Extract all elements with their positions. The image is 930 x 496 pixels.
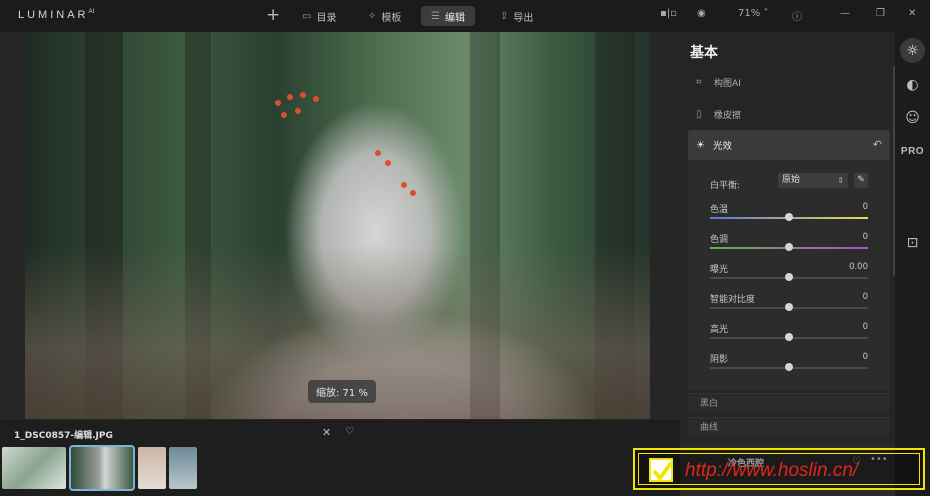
creative-palette-icon[interactable]: ◐ [900, 72, 925, 97]
magic-wand-icon: ✧ [368, 10, 377, 22]
tab-catalog[interactable]: ▭ 目录 [292, 6, 346, 26]
thumbnail[interactable] [169, 447, 197, 489]
undo-icon[interactable]: ↶ [873, 138, 882, 151]
thumbnail[interactable] [2, 447, 66, 489]
light-section-header[interactable]: ☀ 光效 ↶ [688, 130, 890, 160]
edited-photo[interactable] [25, 32, 650, 419]
updown-icon: ⇕ [837, 176, 844, 185]
compare-icon[interactable]: ▪|▫ [660, 8, 677, 19]
thumbnail-selected[interactable] [69, 445, 135, 491]
slider-knob[interactable] [785, 213, 793, 221]
tab-templates[interactable]: ✧ 模板 [358, 6, 411, 26]
slider-knob[interactable] [785, 363, 793, 371]
export-icon: ⇪ [500, 10, 509, 22]
close-icon[interactable]: ✕ [322, 426, 331, 439]
file-name: 1_DSC0857-编辑.JPG [14, 431, 113, 441]
add-photos-button[interactable]: + [266, 5, 280, 25]
close-icon[interactable]: ✕ [908, 8, 916, 19]
eyedropper-icon[interactable]: ✎ [854, 173, 868, 188]
folder-icon: ▭ [302, 10, 312, 22]
sliders-icon: ☰ [431, 10, 440, 22]
panel-title: 基本 [690, 45, 718, 61]
luminar-window: LUMINARAI + ▭ 目录 ✧ 模板 ☰ 编辑 ⇪ 导出 ▪|▫ ◉ 71% ˅ … [0, 0, 930, 496]
zoom-badge: 缩放: 71 % [308, 380, 376, 403]
tab-edit[interactable]: ☰ 编辑 [421, 6, 475, 26]
slider-knob[interactable] [785, 333, 793, 341]
checkmark-icon [649, 458, 673, 482]
watermark-overlay: http://www.hoslin.cn/ [633, 448, 925, 490]
eraser-icon: ▯ [696, 109, 702, 120]
minimize-icon[interactable]: — [840, 8, 850, 19]
image-canvas[interactable]: 缩放: 71 % [0, 32, 680, 420]
slider-knob[interactable] [785, 243, 793, 251]
essentials-sun-icon[interactable]: ☼ [900, 38, 925, 63]
slider-knob[interactable] [785, 303, 793, 311]
watermark-text: http://www.hoslin.cn/ [685, 460, 859, 481]
slider-knob[interactable] [785, 273, 793, 281]
help-icon[interactable]: ⓘ [792, 8, 802, 23]
filmstrip: 1_DSC0857-编辑.JPG ✕ ♡ [0, 420, 680, 496]
white-balance-label: 白平衡: [710, 181, 741, 191]
watermark-frame: http://www.hoslin.cn/ [638, 453, 920, 485]
tab-export[interactable]: ⇪ 导出 [490, 6, 543, 26]
section-black-white[interactable]: 黑白 [688, 393, 890, 413]
light-section: ☀ 光效 ↶ 白平衡: 原始 ⇕ ✎ 色温 0 色调 0 曝光 0.00 智能对… [688, 130, 890, 390]
tool-eraser[interactable]: ▯ 橡皮擦 [696, 108, 741, 121]
zoom-dropdown[interactable]: 71% ˅ [738, 8, 768, 19]
adjustment-panel: 基本 ⌗构图AI ▯橡皮擦 ☀光效 ↶ 白平衡: 原始⇕ ✎ 色温 0 [680, 32, 895, 496]
canvas-layers-icon[interactable]: ⊡ [900, 230, 925, 255]
white-balance-select[interactable]: 原始 ⇕ [778, 173, 848, 188]
restore-icon[interactable]: ❐ [876, 8, 885, 19]
tool-composition-ai[interactable]: ⌗ 构图AI [696, 76, 741, 89]
pro-tools-icon[interactable]: PRO [900, 139, 925, 164]
heart-icon[interactable]: ♡ [345, 426, 354, 437]
app-logo: LUMINARAI [18, 9, 95, 21]
top-bar: LUMINARAI + ▭ 目录 ✧ 模板 ☰ 编辑 ⇪ 导出 ▪|▫ ◉ 71% ˅ … [0, 0, 930, 32]
thumbnail[interactable] [138, 447, 166, 489]
tool-category-strip: ☼ ◐ ☺ PRO ⊡ [895, 32, 930, 496]
sun-icon: ☀ [696, 139, 705, 151]
preview-eye-icon[interactable]: ◉ [697, 8, 706, 19]
portrait-face-icon[interactable]: ☺ [900, 105, 925, 130]
crop-icon: ⌗ [696, 77, 702, 88]
section-curves[interactable]: 曲线 [688, 417, 890, 437]
